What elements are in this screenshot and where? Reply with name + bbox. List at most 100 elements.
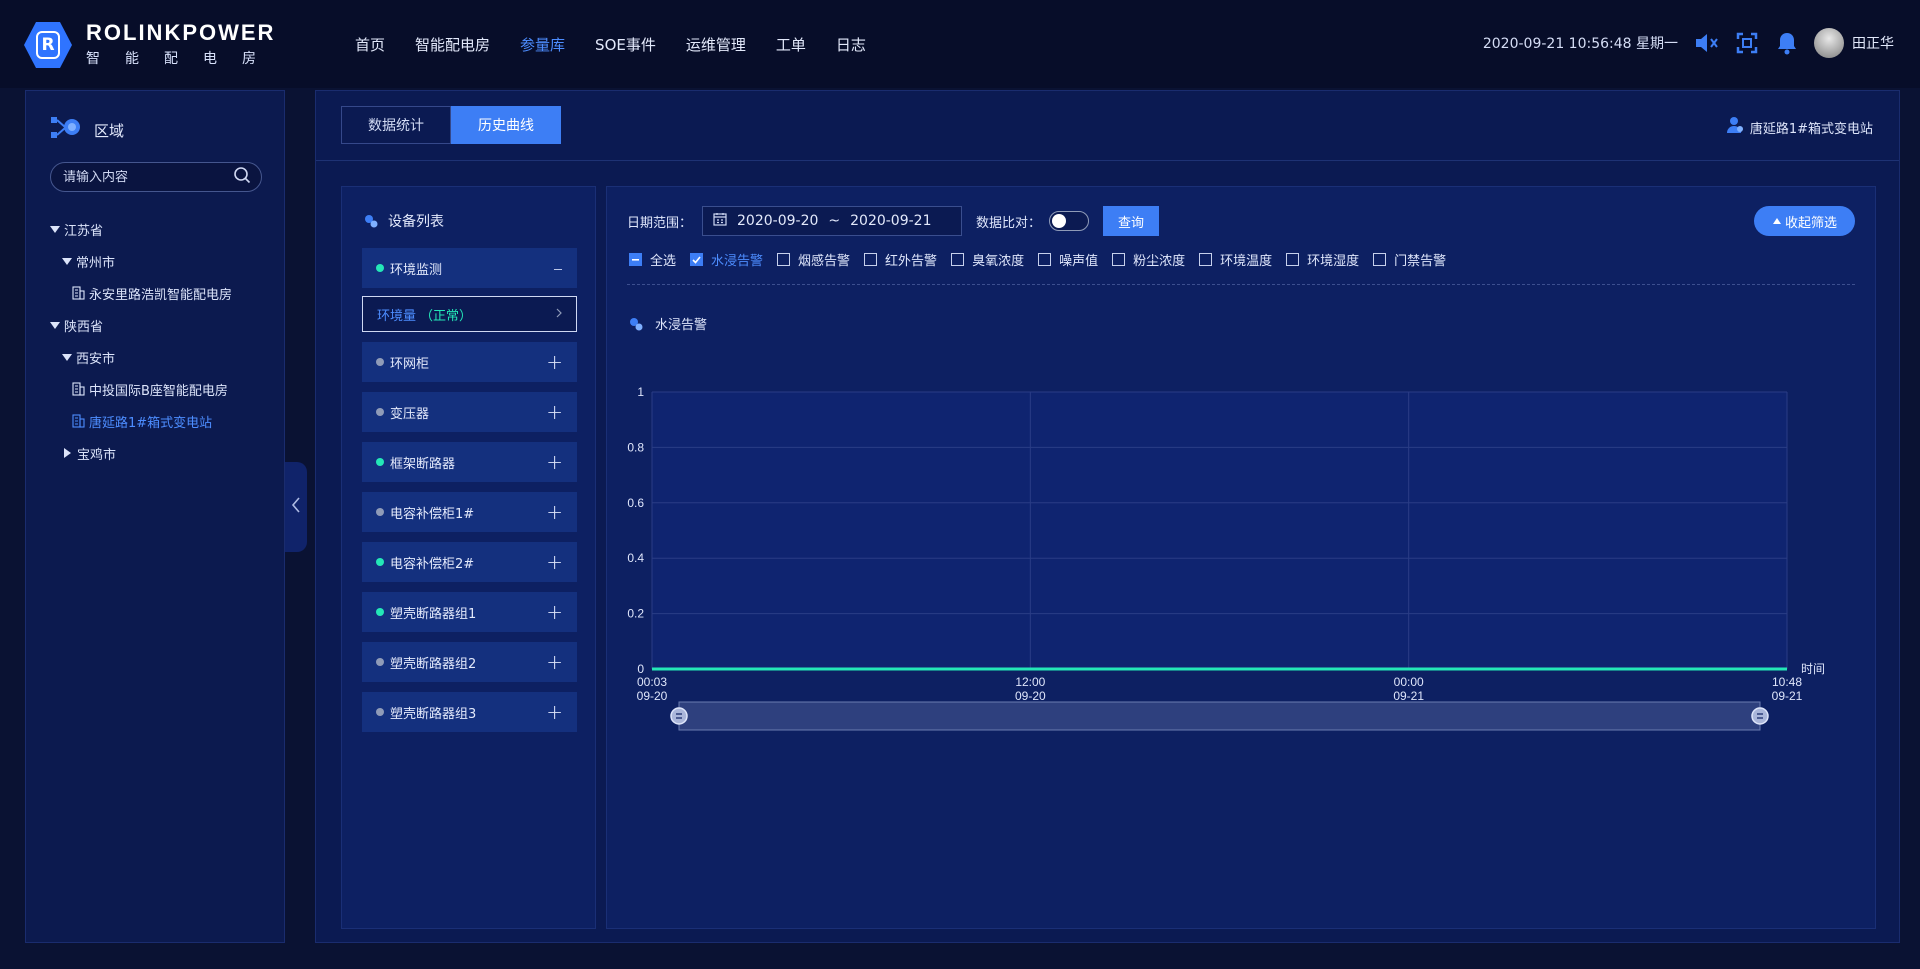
metric-checkbox[interactable]: 噪声值	[1038, 250, 1098, 269]
user-location-icon	[1726, 116, 1744, 138]
building-icon	[72, 414, 85, 428]
metric-checkbox[interactable]: 臭氧浓度	[951, 250, 1024, 269]
device-item[interactable]: 塑壳断路器组3 +	[362, 692, 577, 732]
device-item[interactable]: 环境监测 –	[362, 248, 577, 288]
y-tick-label: 1	[637, 385, 644, 399]
mute-icon[interactable]	[1694, 30, 1720, 56]
checkbox-label: 环境湿度	[1307, 254, 1360, 269]
status-dot	[376, 408, 384, 416]
nav-item[interactable]: 智能配电房	[415, 34, 490, 55]
search-icon[interactable]	[233, 166, 251, 188]
tree-node[interactable]: 永安里路浩凯智能配电房	[50, 277, 232, 309]
username[interactable]: 田正华	[1852, 33, 1894, 53]
checkbox-box[interactable]	[777, 253, 791, 266]
fullscreen-icon[interactable]	[1734, 30, 1760, 56]
tree-node[interactable]: 中投国际B座智能配电房	[50, 373, 232, 405]
nav-item[interactable]: 首页	[355, 34, 385, 55]
checkbox-box[interactable]	[629, 253, 642, 266]
tree-node[interactable]: 陕西省	[50, 309, 232, 341]
chart-header: 水浸告警	[629, 314, 707, 333]
tree-node[interactable]: 常州市	[50, 245, 232, 277]
checkbox-box[interactable]	[1199, 253, 1213, 266]
history-line-chart: 00.20.40.60.8100:0309-2012:0009-2000:000…	[627, 385, 1825, 731]
checkbox-box[interactable]	[864, 253, 878, 266]
nav-item[interactable]: 日志	[836, 34, 866, 55]
metric-checkbox[interactable]: 水浸告警	[690, 250, 763, 269]
nav-item[interactable]: SOE事件	[595, 34, 656, 55]
tab[interactable]: 数据统计	[341, 106, 451, 144]
device-item[interactable]: 环网柜 +	[362, 342, 577, 382]
metric-checkbox[interactable]: 烟感告警	[777, 250, 850, 269]
zoom-handle-right[interactable]	[1751, 707, 1769, 725]
device-sub-item[interactable]: 环境量 （正常）	[362, 296, 577, 332]
nav-item[interactable]: 参量库	[520, 34, 565, 55]
caret-down-icon[interactable]	[50, 225, 60, 233]
main-nav: 首页 智能配电房 参量库 SOE事件 运维管理 工单 日志	[355, 34, 896, 55]
device-item-left: 环网柜	[376, 353, 429, 372]
checkbox-box[interactable]	[690, 253, 704, 266]
plus-icon[interactable]: +	[546, 452, 563, 472]
current-station: 唐延路1#箱式变电站	[1726, 116, 1873, 138]
tab[interactable]: 历史曲线	[451, 106, 561, 144]
compare-toggle[interactable]	[1049, 211, 1090, 231]
device-item[interactable]: 塑壳断路器组2 +	[362, 642, 577, 682]
caret-down-icon[interactable]	[62, 257, 72, 265]
plus-icon[interactable]: +	[546, 402, 563, 422]
checkbox-box[interactable]	[1373, 253, 1387, 266]
tree-node[interactable]: 唐延路1#箱式变电站	[50, 405, 232, 437]
date-range-picker[interactable]: 2020-09-20 ~ 2020-09-21	[702, 206, 963, 236]
query-button[interactable]: 查询	[1103, 206, 1160, 236]
y-tick-label: 0.8	[627, 440, 644, 454]
device-item[interactable]: 框架断路器 +	[362, 442, 577, 482]
device-label: 变压器	[390, 406, 430, 422]
caret-down-icon[interactable]	[62, 353, 72, 361]
sidebar-collapse-handle[interactable]	[285, 462, 307, 552]
plus-icon[interactable]: +	[546, 702, 563, 722]
metric-checkbox[interactable]: 环境湿度	[1286, 250, 1359, 269]
plus-icon[interactable]: +	[546, 502, 563, 522]
device-item[interactable]: 电容补偿柜2# +	[362, 542, 577, 582]
y-tick-label: 0.4	[627, 551, 644, 565]
tree-node[interactable]: 宝鸡市	[50, 437, 232, 469]
metric-checkbox[interactable]: 红外告警	[864, 250, 937, 269]
checkbox-box[interactable]	[951, 253, 965, 266]
minus-icon[interactable]: –	[553, 258, 563, 278]
region-tree: 江苏省 常州市 永安里路浩凯智能配电房 陕西省 西安市 中投国际B座智能配电房 唐延路1#箱…	[50, 213, 232, 469]
status-dot	[376, 558, 384, 566]
checkbox-box[interactable]	[1112, 253, 1126, 266]
search-input[interactable]	[63, 169, 233, 185]
device-item[interactable]: 塑壳断路器组1 +	[362, 592, 577, 632]
y-tick-label: 0.6	[627, 496, 644, 510]
metric-checkbox[interactable]: 全选	[629, 250, 676, 269]
brand-name: ROLINKPOWER	[86, 20, 276, 45]
avatar[interactable]	[1814, 28, 1844, 58]
plus-icon[interactable]: +	[546, 552, 563, 572]
device-item[interactable]: 电容补偿柜1# +	[362, 492, 577, 532]
chevron-right-icon	[556, 307, 562, 322]
bell-icon[interactable]	[1774, 30, 1800, 56]
caret-down-icon[interactable]	[50, 321, 60, 329]
current-datetime: 2020-09-21 10:56:48 星期一	[1482, 36, 1678, 52]
device-item[interactable]: 变压器 +	[362, 392, 577, 432]
metric-checkbox[interactable]: 门禁告警	[1373, 250, 1446, 269]
date-start: 2020-09-20	[737, 213, 819, 229]
plus-icon[interactable]: +	[546, 652, 563, 672]
zoom-handle-left[interactable]	[670, 707, 688, 725]
checkbox-box[interactable]	[1038, 253, 1052, 266]
x-axis-label: 时间	[1801, 662, 1825, 676]
metric-checkbox[interactable]: 环境温度	[1199, 250, 1272, 269]
status-dot	[376, 708, 384, 716]
nav-item[interactable]: 工单	[776, 34, 806, 55]
plus-icon[interactable]: +	[546, 602, 563, 622]
caret-right-icon[interactable]	[64, 448, 71, 458]
plus-icon[interactable]: +	[546, 352, 563, 372]
tree-node[interactable]: 西安市	[50, 341, 232, 373]
tree-node[interactable]: 江苏省	[50, 213, 232, 245]
collapse-filter-button[interactable]: 收起筛选	[1754, 206, 1855, 236]
x-tick-time: 12:00	[1015, 675, 1045, 689]
checkbox-box[interactable]	[1286, 253, 1300, 266]
sub-item-status: （正常）	[420, 308, 473, 324]
nav-item[interactable]: 运维管理	[686, 34, 746, 55]
metric-checkbox[interactable]: 粉尘浓度	[1112, 250, 1185, 269]
checkbox-label: 噪声值	[1059, 254, 1099, 269]
